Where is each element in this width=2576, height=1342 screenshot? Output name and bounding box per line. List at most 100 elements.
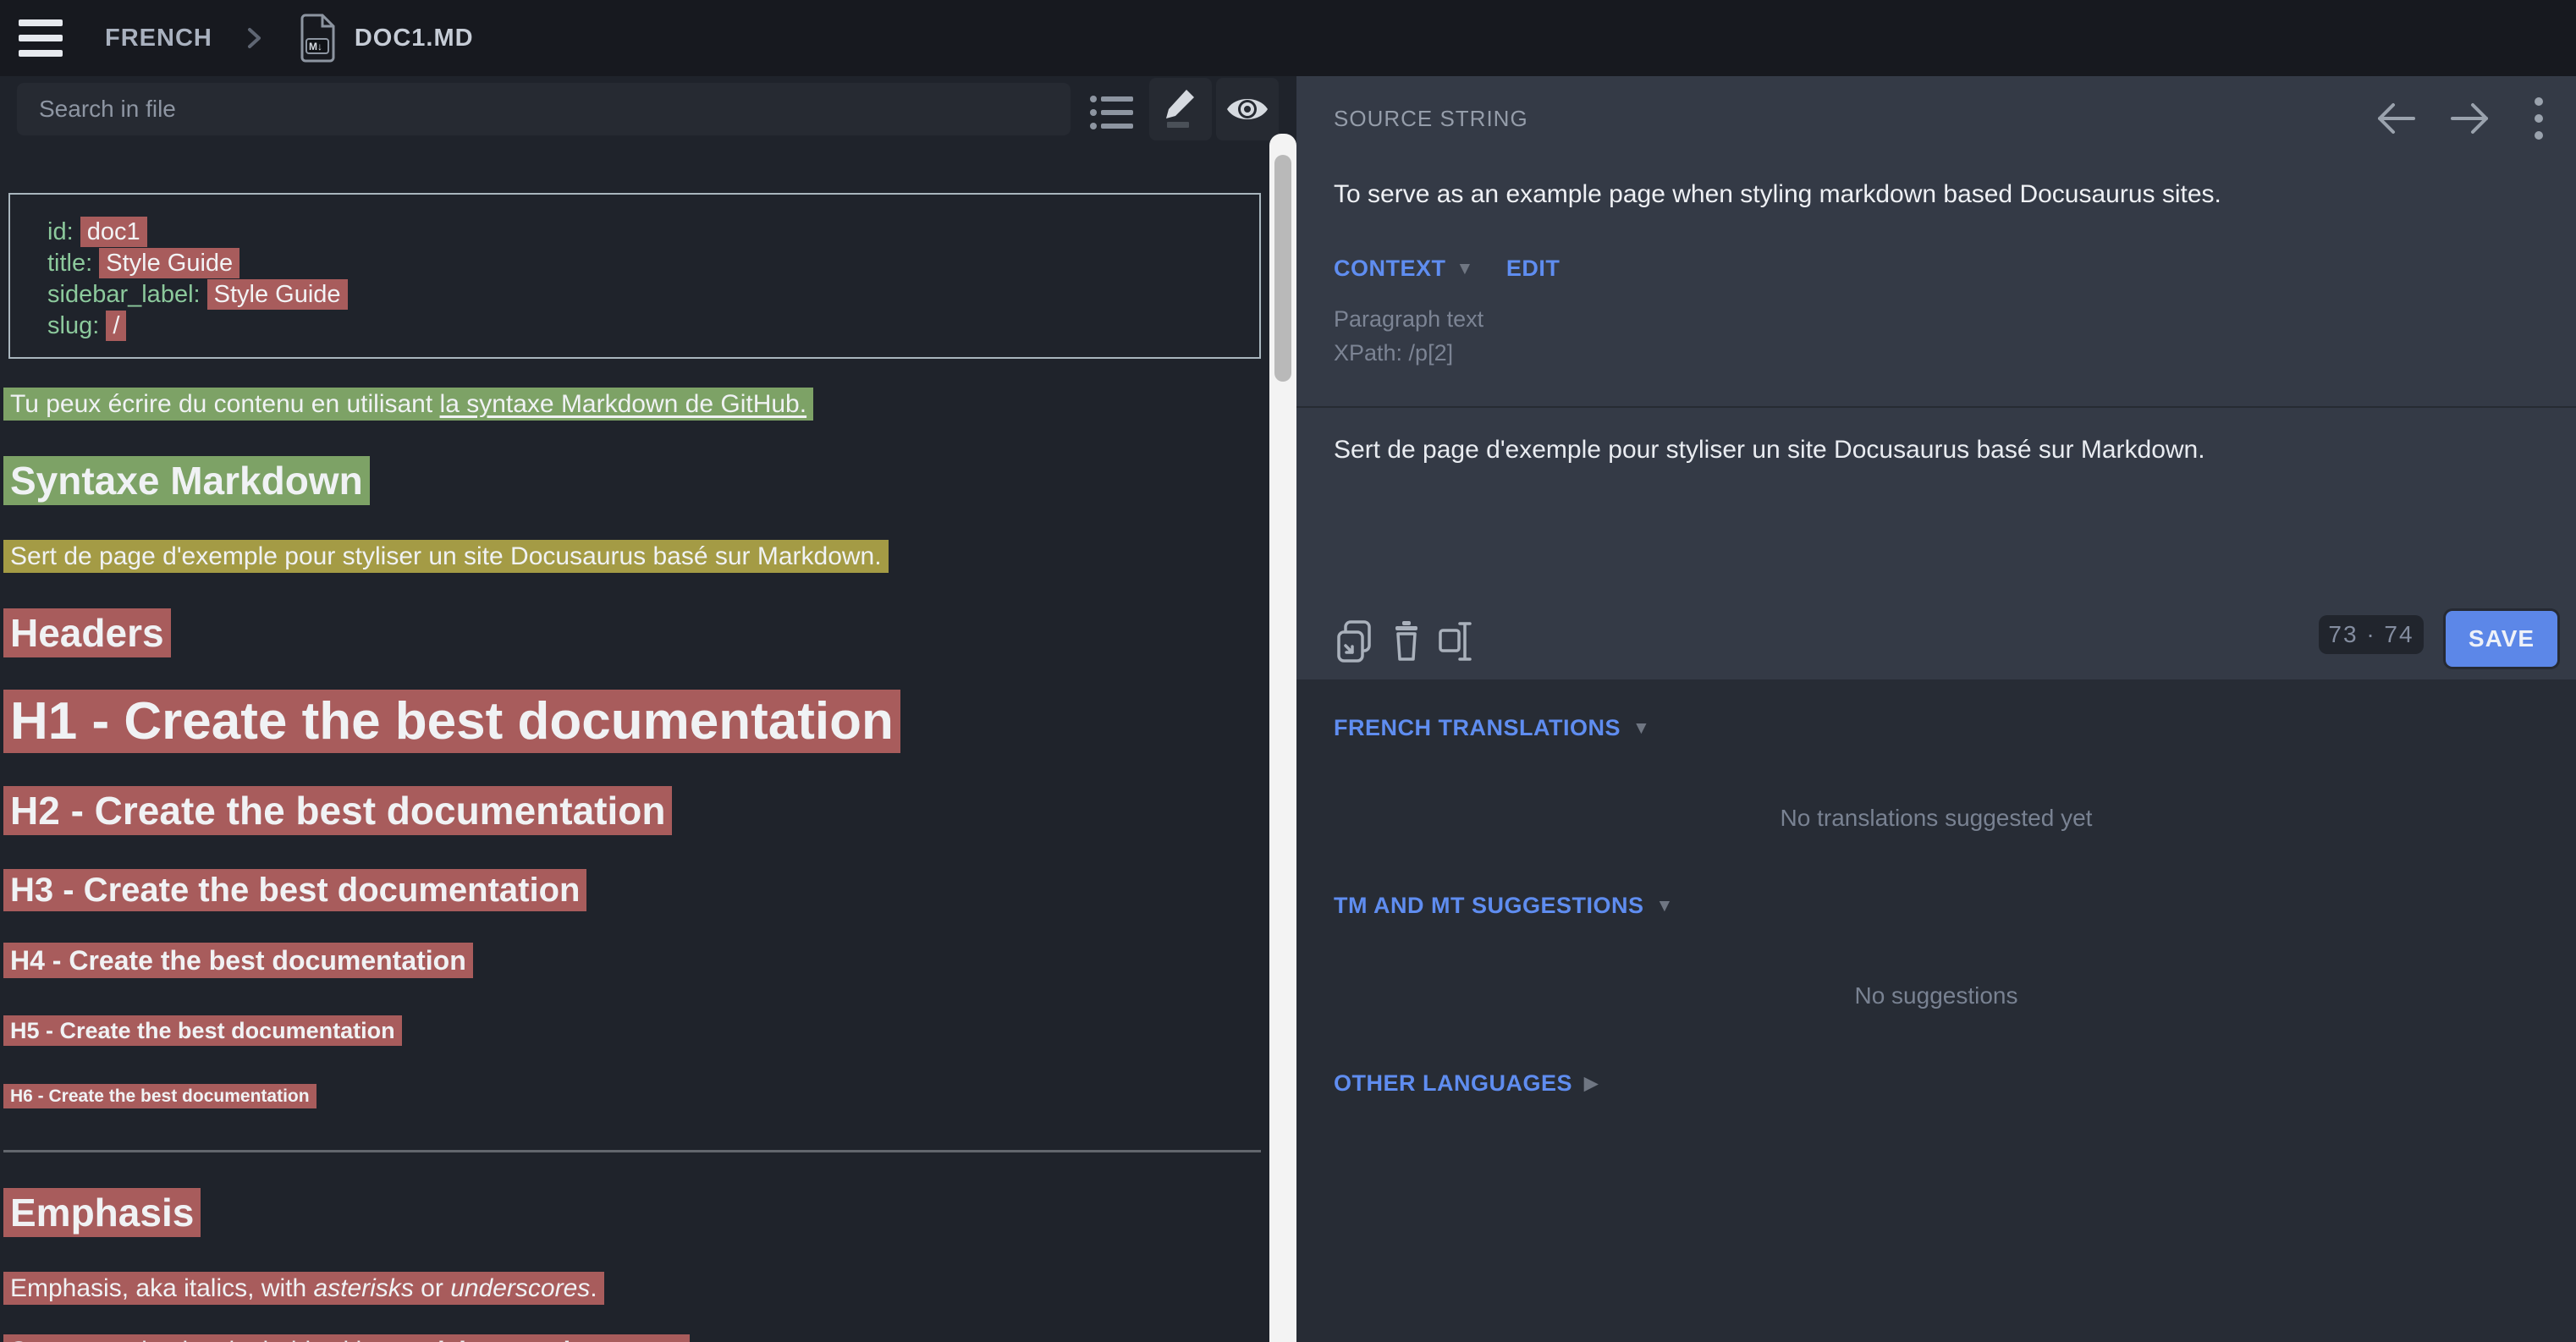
edit-label: EDIT: [1506, 256, 1560, 282]
file-editor-panel: id: doc1title: Style Guidesidebar_label:…: [0, 76, 1269, 1342]
string-highlight: H3 - Create the best documentation: [3, 869, 586, 911]
list-icon: [1090, 95, 1136, 130]
previous-string-button[interactable]: [2373, 98, 2420, 139]
translation-text[interactable]: Sert de page d'exemple pour styliser un …: [1334, 433, 2535, 467]
doc-string-h4[interactable]: H4 - Create the best documentation: [0, 945, 1269, 976]
string-highlight: H2 - Create the best documentation: [3, 786, 672, 835]
chevron-down-icon: ▼: [1632, 718, 1650, 739]
tm-mt-suggestions-toggle[interactable]: TM AND MT SUGGESTIONS ▼: [1334, 893, 1674, 919]
delete-translation-button[interactable]: [1383, 618, 1430, 665]
frontmatter-key: id:: [47, 218, 80, 245]
trash-icon: [1392, 621, 1421, 662]
arrow-left-icon: [2375, 100, 2419, 137]
translation-input[interactable]: Sert de page d'exemple pour styliser un …: [1296, 408, 2576, 602]
search-row: [0, 83, 1269, 146]
doc-horizontal-rule: [3, 1150, 1261, 1152]
save-button[interactable]: SAVE: [2446, 611, 2557, 667]
breadcrumb-project[interactable]: FRENCH: [105, 25, 212, 52]
pencil-icon: [1160, 88, 1201, 130]
markdown-file-icon: M↓: [299, 13, 338, 63]
section-label: TM AND MT SUGGESTIONS: [1334, 893, 1644, 919]
section-label: FRENCH TRANSLATIONS: [1334, 715, 1621, 741]
text-cursor-icon: [1438, 620, 1473, 663]
frontmatter-key: sidebar_label:: [47, 281, 207, 308]
string-list-button[interactable]: [1082, 86, 1144, 139]
source-string-text: To serve as an example page when styling…: [1334, 178, 2535, 212]
frontmatter-key: slug:: [47, 312, 106, 339]
frontmatter-value-string[interactable]: /: [106, 311, 126, 341]
translation-panel: SOURCE STRING: [1296, 76, 2576, 1342]
vertical-scrollbar[interactable]: [1269, 134, 1296, 1342]
doc-string-h2[interactable]: Syntaxe Markdown: [0, 455, 1269, 506]
chevron-right-icon: [243, 24, 265, 52]
context-label: CONTEXT: [1334, 256, 1446, 282]
context-type-text: Paragraph text: [1334, 306, 1483, 333]
string-highlight: Syntaxe Markdown: [3, 456, 370, 505]
search-input[interactable]: [17, 83, 1071, 135]
doc-string-h2[interactable]: Headers: [0, 608, 1269, 658]
hamburger-icon: [19, 50, 63, 57]
chevron-down-icon: ▼: [1656, 896, 1674, 916]
frontmatter-line: title: Style Guide: [47, 248, 1242, 279]
chevron-right-icon: ▶: [1584, 1073, 1599, 1094]
next-string-button[interactable]: [2446, 98, 2493, 139]
context-xpath-text: XPath: /p[2]: [1334, 340, 1453, 366]
copy-icon: [1335, 620, 1373, 663]
copy-source-button[interactable]: [1330, 618, 1378, 665]
edit-mode-button[interactable]: [1149, 78, 1212, 140]
frontmatter-line: sidebar_label: Style Guide: [47, 279, 1242, 311]
string-highlight: Tu peux écrire du contenu en utilisant l…: [3, 388, 813, 421]
doc-string-p[interactable]: Emphasis, aka italics, with asterisks or…: [0, 1272, 1269, 1306]
hamburger-icon: [19, 35, 63, 41]
doc-string-h5[interactable]: H5 - Create the best documentation: [0, 1018, 1269, 1043]
preview-mode-button[interactable]: [1216, 78, 1279, 140]
string-highlight: H5 - Create the best documentation: [3, 1015, 402, 1046]
frontmatter-line: id: doc1: [47, 217, 1242, 248]
document-content: id: doc1title: Style Guidesidebar_label:…: [0, 193, 1269, 1342]
string-highlight: H1 - Create the best documentation: [3, 690, 900, 753]
hamburger-icon: [19, 19, 63, 26]
menu-button[interactable]: [19, 19, 63, 57]
doc-string-h2[interactable]: Emphasis: [0, 1187, 1269, 1238]
frontmatter-value-string[interactable]: Style Guide: [207, 279, 348, 310]
doc-string-h3[interactable]: H3 - Create the best documentation: [0, 872, 1269, 909]
edit-context-button[interactable]: EDIT: [1506, 256, 1560, 282]
string-highlight: H4 - Create the best documentation: [3, 943, 473, 978]
frontmatter-value-string[interactable]: doc1: [80, 217, 147, 247]
text-cursor-button[interactable]: [1432, 618, 1479, 665]
empty-state-text: No translations suggested yet: [1296, 805, 2576, 832]
kebab-menu-icon: [2534, 96, 2544, 140]
arrow-right-icon: [2447, 100, 2491, 137]
doc-string-h1[interactable]: H1 - Create the best documentation: [0, 692, 1269, 751]
frontmatter-block: id: doc1title: Style Guidesidebar_label:…: [8, 193, 1261, 359]
frontmatter-line: slug: /: [47, 311, 1242, 342]
doc-string-h6[interactable]: H6 - Create the best documentation: [0, 1086, 1269, 1107]
doc-string-h2[interactable]: H2 - Create the best documentation: [0, 785, 1269, 836]
string-highlight: Strong emphasis, aka bold, with asterisk…: [3, 1334, 690, 1342]
source-string-section: SOURCE STRING: [1296, 76, 2576, 679]
string-highlight: Sert de page d'exemple pour styliser un …: [3, 540, 889, 573]
context-row: CONTEXT ▼ EDIT: [1334, 256, 1560, 282]
string-highlight: Headers: [3, 608, 171, 657]
french-translations-toggle[interactable]: FRENCH TRANSLATIONS ▼: [1334, 715, 1650, 741]
frontmatter-key: title:: [47, 250, 99, 277]
source-string-title: SOURCE STRING: [1334, 106, 1528, 132]
doc-string-p[interactable]: Sert de page d'exemple pour styliser un …: [0, 540, 1269, 574]
other-languages-toggle[interactable]: OTHER LANGUAGES ▶: [1334, 1070, 1599, 1097]
string-highlight: Emphasis, aka italics, with asterisks or…: [3, 1272, 604, 1305]
suggestions-section: FRENCH TRANSLATIONS ▼ No translations su…: [1296, 679, 2576, 1342]
scrollbar-thumb[interactable]: [1274, 155, 1291, 382]
chevron-down-icon: ▼: [1456, 259, 1474, 279]
doc-string-p[interactable]: Tu peux écrire du contenu en utilisant l…: [0, 388, 1269, 421]
top-bar: FRENCH M↓ DOC1.MD: [0, 0, 2576, 76]
frontmatter-value-string[interactable]: Style Guide: [99, 248, 239, 278]
more-actions-button[interactable]: [2522, 96, 2556, 140]
string-highlight: Emphasis: [3, 1188, 201, 1237]
string-highlight: H6 - Create the best documentation: [3, 1084, 316, 1108]
svg-text:M↓: M↓: [309, 41, 322, 52]
context-dropdown[interactable]: CONTEXT ▼: [1334, 256, 1474, 282]
doc-string-p[interactable]: Strong emphasis, aka bold, with asterisk…: [0, 1334, 1269, 1342]
breadcrumb-file[interactable]: DOC1.MD: [355, 25, 474, 52]
eye-icon: [1225, 93, 1269, 125]
character-counter: 73 · 74: [2319, 615, 2424, 654]
